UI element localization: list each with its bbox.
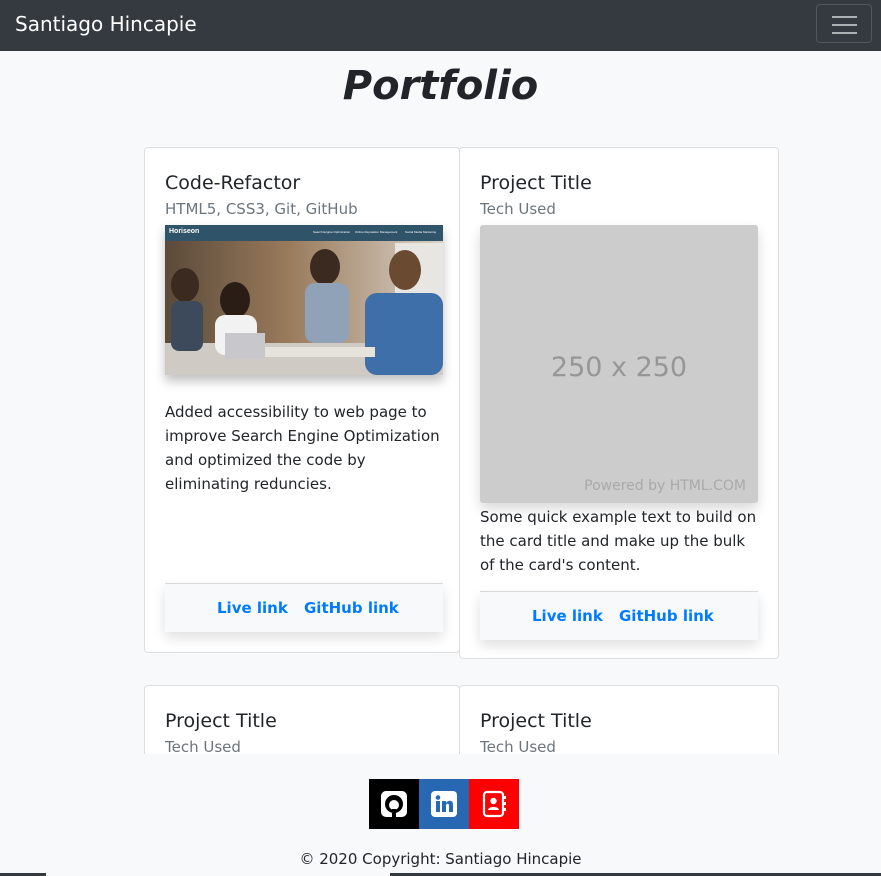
- linkedin-icon: [431, 791, 457, 817]
- card-tech-used: HTML5, CSS3, Git, GitHub: [165, 200, 358, 218]
- project-screenshot: Horiseon Search Engine Optimization Onli…: [165, 225, 443, 375]
- contact-button[interactable]: [469, 779, 519, 829]
- linkedin-button[interactable]: [419, 779, 469, 829]
- hamburger-menu-icon: [832, 16, 857, 18]
- navbar-toggle-button[interactable]: [816, 4, 872, 43]
- card-title: Project Title: [480, 710, 592, 732]
- screenshot-logo-text: Horiseon: [169, 228, 200, 235]
- github-link[interactable]: GitHub link: [619, 607, 714, 625]
- live-link[interactable]: Live link: [532, 607, 603, 625]
- page-title: Portfolio: [342, 63, 539, 109]
- placeholder-powered-label: Powered by HTML.COM: [584, 478, 746, 494]
- card-title: Project Title: [165, 710, 277, 732]
- github-button[interactable]: [369, 779, 419, 829]
- hamburger-menu-icon-line: [832, 24, 857, 26]
- live-link[interactable]: Live link: [217, 599, 288, 617]
- github-link[interactable]: GitHub link: [304, 599, 399, 617]
- contact-book-icon: [482, 790, 506, 818]
- placeholder-image: 250 x 250 Powered by HTML.COM: [480, 225, 758, 503]
- copyright-text: © 2020 Copyright: Santiago Hincapie: [299, 850, 582, 868]
- hamburger-menu-icon-line: [832, 32, 857, 34]
- navbar-brand[interactable]: Santiago Hincapie: [15, 12, 197, 36]
- project-card: Project Title Tech Used 250 x 250 Powere…: [459, 147, 779, 659]
- screenshot-nav-item: Search Engine Optimization: [313, 230, 351, 234]
- placeholder-size-label: 250 x 250: [550, 352, 688, 383]
- navbar: Santiago Hincapie: [0, 0, 881, 51]
- project-card: Code-Refactor HTML5, CSS3, Git, GitHub H…: [144, 147, 460, 653]
- card-description: Added accessibility to web page to impro…: [165, 403, 440, 493]
- github-icon: [381, 791, 407, 817]
- screenshot-nav-item: Online Reputation Management: [355, 230, 398, 234]
- screenshot-nav-item: Social Media Marketing: [405, 230, 437, 234]
- card-links: Live link GitHub link: [480, 591, 758, 640]
- card-title: Code-Refactor: [165, 172, 301, 194]
- card-description: Some quick example text to build on the …: [480, 508, 757, 574]
- card-links: Live link GitHub link: [165, 583, 443, 632]
- card-title: Project Title: [480, 172, 592, 194]
- card-tech-used: Tech Used: [480, 200, 556, 218]
